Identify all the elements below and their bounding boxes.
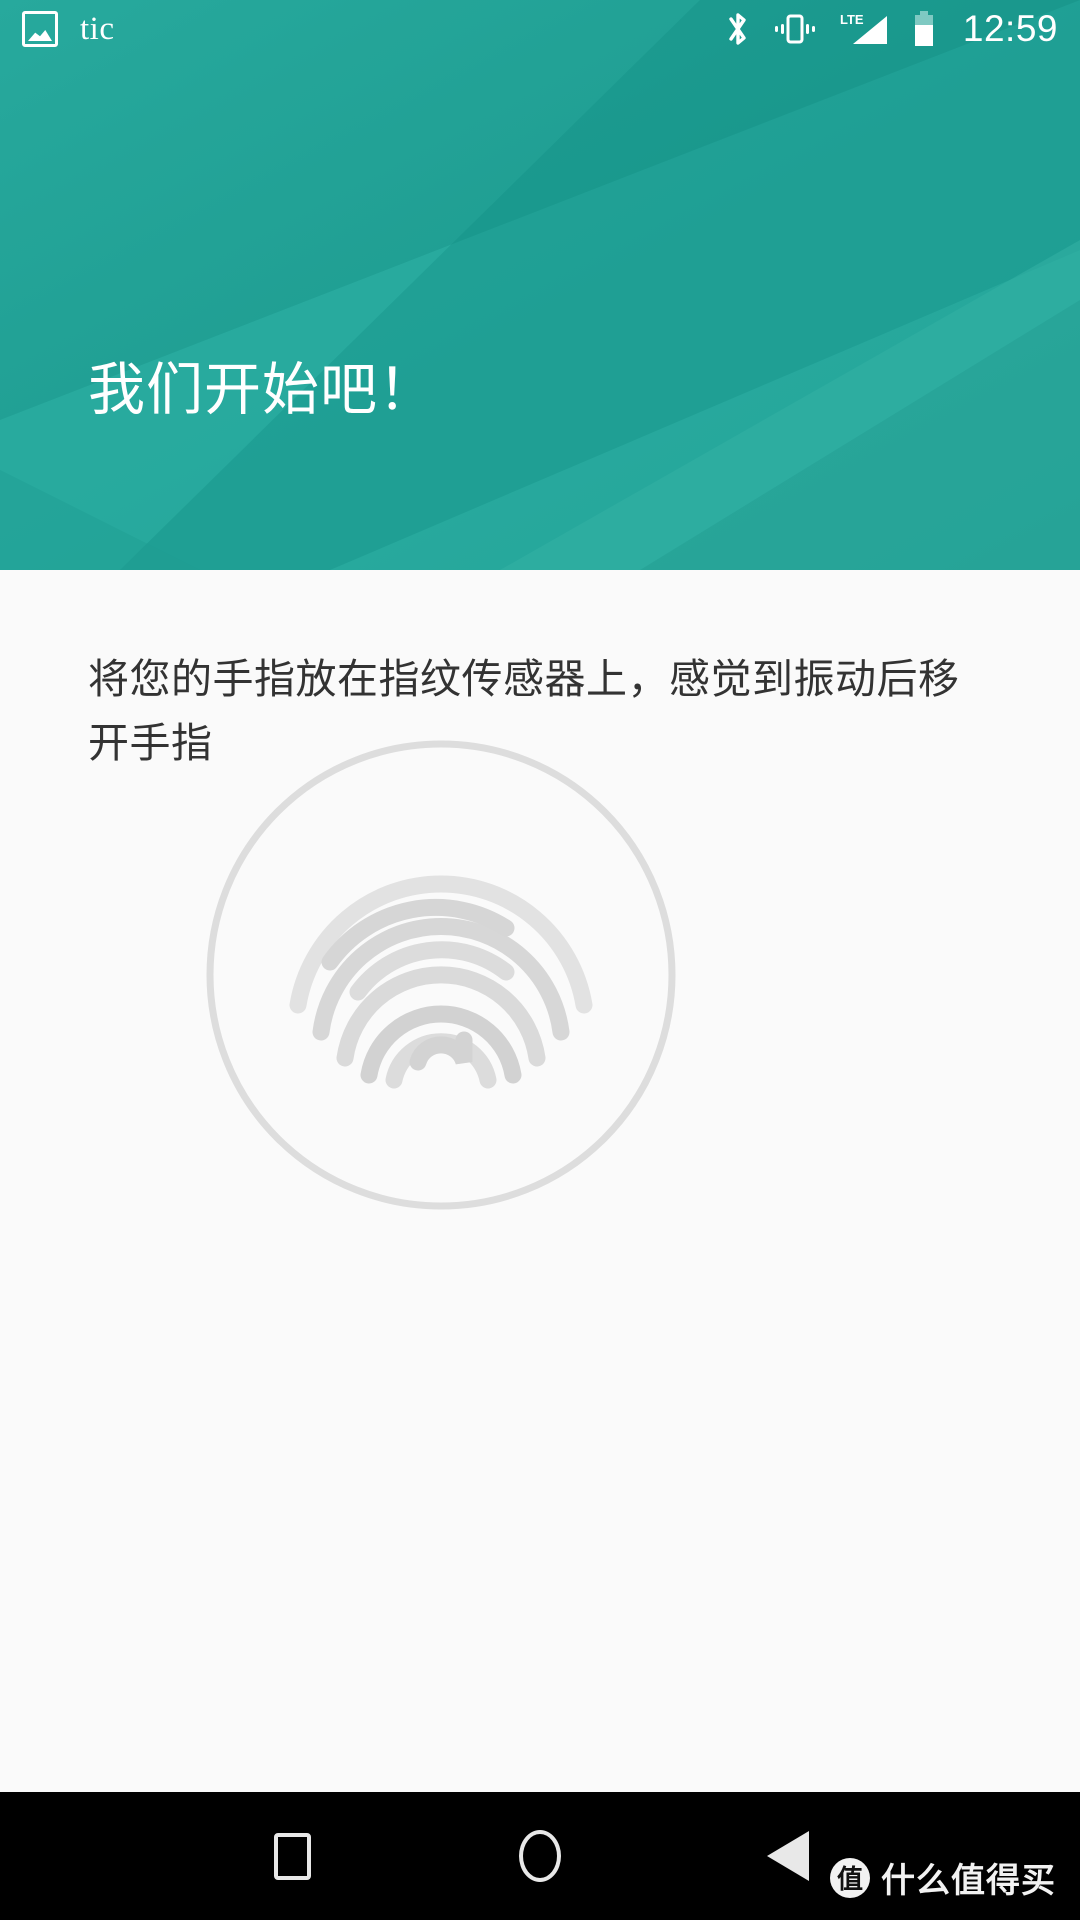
back-button[interactable] [733, 1801, 843, 1911]
back-triangle-icon [767, 1831, 809, 1881]
phone-screen: tic LTE 12:59 我们开始吧！ 将您的手指放在指纹传感器上，感觉到振动… [0, 0, 1080, 1920]
vibrate-icon [771, 12, 819, 46]
svg-text:LTE: LTE [840, 12, 864, 27]
status-bar-left: tic [22, 11, 114, 48]
recents-button[interactable] [237, 1801, 347, 1911]
home-button[interactable] [485, 1801, 595, 1911]
battery-icon [911, 10, 937, 48]
watermark: 值 什么值得买 [830, 1853, 1056, 1902]
status-bar-clock: 12:59 [962, 8, 1058, 49]
bluetooth-icon [725, 10, 751, 48]
status-bar-right: LTE 12:59 [725, 8, 1058, 50]
recents-square-icon [273, 1832, 311, 1880]
watermark-text: 什么值得买 [881, 1862, 1056, 1900]
page-title: 我们开始吧！ [88, 358, 436, 422]
signal-bars-icon: LTE [839, 10, 891, 48]
fingerprint-icon[interactable] [206, 740, 676, 1210]
main-content: 将您的手指放在指纹传感器上，感觉到振动后移开手指 [0, 570, 1080, 1920]
app-label: tic [80, 10, 115, 47]
header-geometric-facets [0, 0, 1080, 570]
image-notification-icon [22, 11, 58, 47]
header-panel: tic LTE 12:59 我们开始吧！ [0, 0, 1080, 570]
status-bar: tic LTE 12:59 [0, 0, 1080, 58]
home-circle-icon [519, 1830, 561, 1882]
watermark-badge-icon: 值 [830, 1857, 870, 1898]
